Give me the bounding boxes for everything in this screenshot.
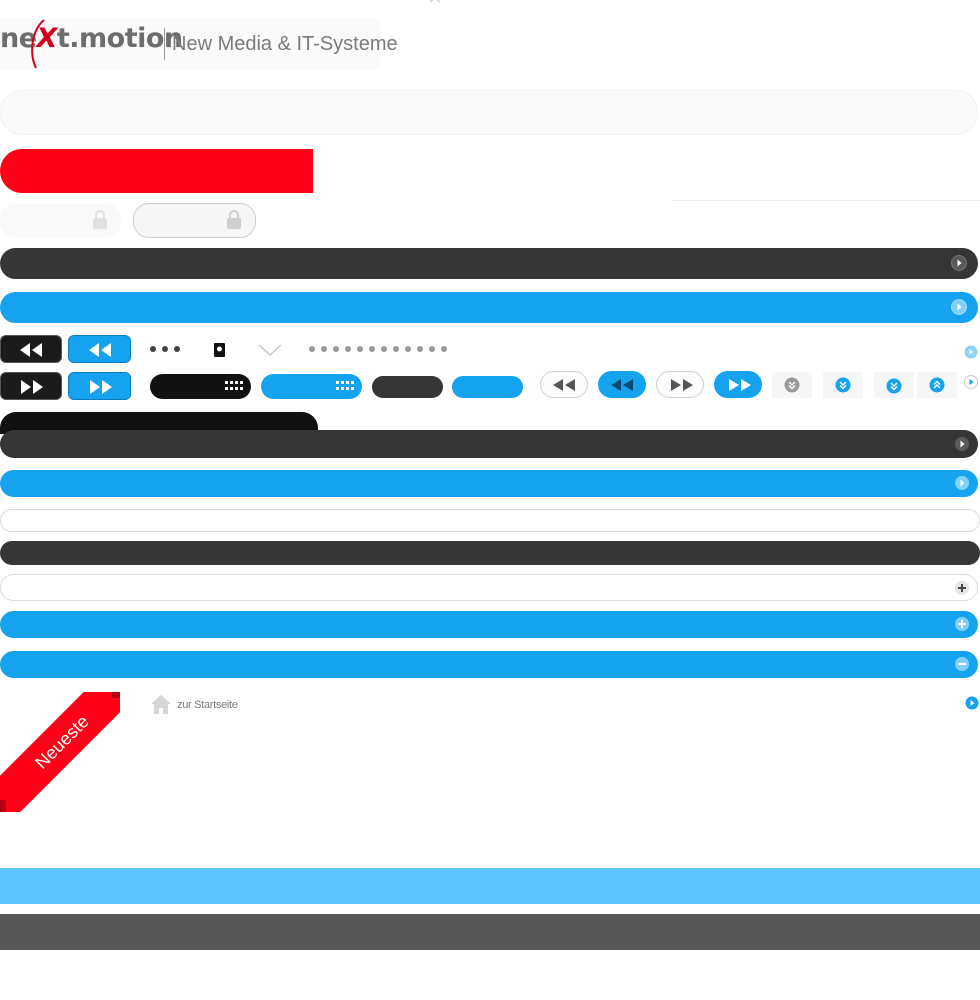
- collapse-button-grey[interactable]: [772, 372, 812, 398]
- ribbon-fold: [0, 800, 6, 812]
- forward-button-blue-oval[interactable]: [714, 371, 762, 398]
- grid-icon: [336, 381, 354, 390]
- chevron-down-icon: [886, 378, 902, 394]
- rewind-icon: [89, 343, 111, 357]
- arrow-right-icon[interactable]: [965, 696, 979, 710]
- fast-forward-icon: [90, 380, 112, 394]
- grid-icon: [225, 381, 243, 390]
- top-sprite-icons: [395, 0, 441, 3]
- small-square-icon: [214, 343, 225, 357]
- grid-menu-button-dark[interactable]: [150, 374, 251, 399]
- dark-accordion-bar[interactable]: [0, 248, 978, 279]
- plus-icon[interactable]: [954, 580, 970, 596]
- expandable-bar-light[interactable]: [0, 574, 978, 601]
- pill-button-dark[interactable]: [372, 376, 443, 398]
- ribbon-badge: Neueste: [0, 692, 120, 812]
- fast-forward-icon: [21, 380, 43, 394]
- arrow-right-icon[interactable]: [954, 475, 970, 491]
- light-blue-band: [0, 868, 980, 904]
- logo-divider: [164, 28, 165, 60]
- arrow-right-icon[interactable]: [951, 255, 967, 271]
- chevron-down-icon: [835, 377, 851, 393]
- input-bar[interactable]: [0, 509, 980, 532]
- collapse-button-blue-alt[interactable]: [874, 372, 914, 398]
- grid-menu-button-blue[interactable]: [261, 374, 362, 399]
- chevron-down-icon: [784, 377, 800, 393]
- forward-button-dark[interactable]: [0, 372, 62, 400]
- ribbon-label: Neueste: [0, 692, 120, 812]
- pill-button-blue[interactable]: [452, 376, 523, 398]
- dark-bar-3: [0, 541, 980, 565]
- expandable-bar-blue[interactable]: [0, 611, 978, 638]
- blue-accordion-bar[interactable]: [0, 292, 978, 323]
- collapse-button-blue[interactable]: [823, 372, 863, 398]
- pagination-dots[interactable]: [306, 344, 452, 354]
- rewind-button-blue[interactable]: [68, 335, 131, 363]
- rewind-button-light[interactable]: [540, 371, 588, 398]
- dark-accordion-bar-2[interactable]: [0, 430, 978, 458]
- grey-band: [0, 914, 980, 950]
- logo-tagline: New Media & IT-Systeme: [172, 33, 398, 55]
- home-icon[interactable]: [150, 694, 172, 715]
- rewind-icon: [611, 379, 633, 391]
- locked-field-light[interactable]: [0, 204, 122, 237]
- forward-button-blue[interactable]: [68, 372, 131, 400]
- chevron-down-icon[interactable]: [257, 342, 283, 358]
- logo-swoosh-icon: [31, 19, 45, 69]
- forward-button-light[interactable]: [656, 371, 704, 398]
- arrow-right-icon[interactable]: [964, 345, 978, 359]
- fast-forward-icon: [671, 379, 693, 391]
- fast-forward-icon: [729, 379, 751, 391]
- rewind-icon: [20, 343, 42, 357]
- three-dots-icon[interactable]: [148, 344, 184, 354]
- rewind-icon: [553, 379, 575, 391]
- red-highlight-bar: [0, 149, 313, 193]
- ribbon-fold-top: [112, 692, 120, 698]
- plus-icon[interactable]: [954, 616, 970, 632]
- lock-icon: [93, 210, 107, 229]
- chevron-up-icon: [929, 377, 945, 393]
- rewind-button-dark[interactable]: [0, 335, 62, 363]
- search-field[interactable]: [0, 90, 978, 135]
- blue-accordion-bar-2[interactable]: [0, 470, 978, 497]
- arrow-right-icon[interactable]: [951, 299, 967, 315]
- lock-icon: [227, 210, 241, 229]
- expand-button-blue[interactable]: [917, 372, 957, 398]
- arrow-right-icon[interactable]: [954, 436, 970, 452]
- minus-icon[interactable]: [954, 656, 970, 672]
- collapsible-bar-blue[interactable]: [0, 651, 978, 678]
- home-link[interactable]: zur Startseite: [177, 699, 238, 711]
- rewind-button-blue-oval[interactable]: [598, 371, 646, 398]
- divider-line: [672, 200, 980, 201]
- locked-field[interactable]: [133, 203, 256, 238]
- arrow-right-icon[interactable]: [964, 375, 978, 389]
